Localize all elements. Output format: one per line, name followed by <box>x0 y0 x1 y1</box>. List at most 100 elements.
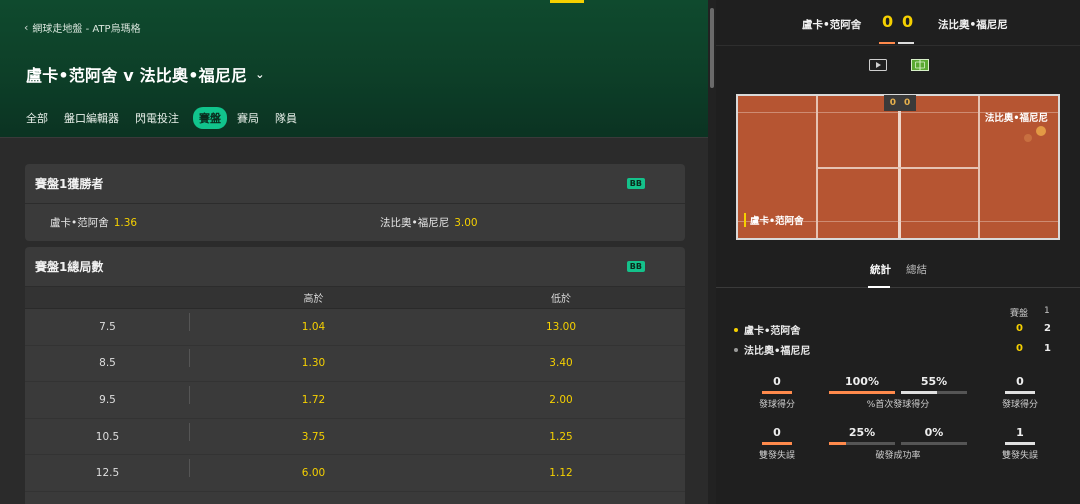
line-value: 8.5 <box>25 349 190 369</box>
line-value: 7.5 <box>25 312 190 333</box>
under-odds[interactable]: 1.25 <box>437 431 685 443</box>
scoreboard: 盧卡•范阿舍 0 0 法比奧•福尼尼 <box>716 0 1080 46</box>
player-name: 盧卡•范阿舍 <box>744 326 801 337</box>
stat-label: %首次發球得分 <box>866 400 930 410</box>
court-line <box>816 167 980 169</box>
ball-trail-icon <box>1024 134 1032 142</box>
stat-value-left: 100% <box>845 375 879 388</box>
markets-scrollbar[interactable] <box>708 0 716 504</box>
stat-double-faults-player2: 1 雙發失誤 <box>997 426 1043 461</box>
scoreboard-score2: 0 <box>902 12 914 31</box>
over-odds[interactable]: 1.04 <box>190 321 437 333</box>
selection-name: 法比奧•福尼尼 <box>380 216 450 229</box>
bet-builder-badge: BB <box>626 178 645 189</box>
under-odds[interactable]: 13.00 <box>437 321 685 333</box>
selection-player1[interactable]: 盧卡•范阿舍 1.36 <box>25 215 355 230</box>
stat-label: 發球得分 <box>1001 400 1038 410</box>
stat-label: 破發成功率 <box>875 451 921 461</box>
tab-flash-bet[interactable]: 閃電投注 <box>133 107 185 129</box>
tab-all[interactable]: 全部 <box>24 107 54 129</box>
chevron-down-icon: ⌄ <box>255 67 265 81</box>
market-header[interactable]: 賽盤1獲勝者 BB <box>25 164 685 204</box>
tab-statistics[interactable]: 統計 <box>870 262 891 277</box>
stat-value: 0 <box>773 375 781 388</box>
selection-odds: 3.00 <box>454 216 478 229</box>
stat-aces-player2: 0 發球得分 <box>997 375 1043 410</box>
stat-label: 發球得分 <box>758 400 795 410</box>
player2-sets: 0 <box>1016 343 1023 354</box>
stat-bar <box>829 391 895 394</box>
stat-bar-fill <box>1005 391 1035 394</box>
stat-bar-fill <box>1005 442 1035 445</box>
court-player1: 盧卡•范阿舍 <box>744 213 804 227</box>
stat-bar <box>1005 442 1035 445</box>
under-odds[interactable]: 3.40 <box>437 357 685 369</box>
market-header[interactable]: 賽盤1總局數 BB <box>25 247 685 287</box>
stat-bar <box>829 442 895 445</box>
scoreboard-player2: 法比奧•福尼尼 <box>938 19 1008 31</box>
line-value: 10.5 <box>25 422 190 443</box>
player-name: 法比奧•福尼尼 <box>744 346 811 357</box>
view-switcher <box>868 58 930 72</box>
stat-value-right: 0% <box>924 426 944 439</box>
court-score2: 0 <box>904 98 911 108</box>
stat-bar-fill <box>829 391 895 394</box>
selection-row: 盧卡•范阿舍 1.36 法比奧•福尼尼 3.00 <box>25 204 685 240</box>
court-score1: 0 <box>889 98 896 108</box>
play-video-icon[interactable] <box>868 58 888 72</box>
market-tabs: 全部 盤口編輯器 閃電投注 賽盤 賽局 隊員 <box>24 107 311 129</box>
stat-aces-player1: 0 發球得分 <box>754 375 800 410</box>
market-card-set-winner: 賽盤1獲勝者 BB 盧卡•范阿舍 1.36 法比奧•福尼尼 3.00 <box>25 164 685 241</box>
stat-value-right: 55% <box>920 375 948 388</box>
scrollbar-thumb[interactable] <box>710 8 714 88</box>
over-odds[interactable]: 1.30 <box>190 357 437 369</box>
table-row: 12.5 6.00 1.12 <box>25 455 685 492</box>
tab-players[interactable]: 隊員 <box>273 107 303 129</box>
player-dot-icon <box>734 347 738 352</box>
stat-bar <box>1005 391 1035 394</box>
selection-player2[interactable]: 法比奧•福尼尼 3.00 <box>355 215 685 230</box>
over-odds[interactable]: 6.00 <box>190 467 437 479</box>
market-title: 賽盤1總局數 <box>35 260 104 274</box>
stat-bar-fill <box>901 391 938 394</box>
stat-values: 25% 0% <box>829 426 967 439</box>
tab-sets[interactable]: 賽盤 <box>193 107 227 129</box>
stat-value: 0 <box>1016 375 1024 388</box>
stat-bar-fill <box>762 391 792 394</box>
tab-market-editor[interactable]: 盤口編輯器 <box>62 107 125 129</box>
stat-bar <box>762 442 792 445</box>
over-label: 高於 <box>303 294 324 305</box>
stat-bar-fill <box>829 442 846 445</box>
app-root: ‹ 網球走地盤 - ATP烏瑪格 盧卡•范阿舍 v 法比奧•福尼尼 ⌄ 全部 盤… <box>0 0 1080 504</box>
stat-double-faults-player1: 0 雙發失誤 <box>754 426 800 461</box>
player1-games: 2 <box>1044 323 1051 334</box>
player1-sets: 0 <box>1016 323 1023 334</box>
stat-value: 0 <box>773 426 781 439</box>
table-row: 10.5 3.75 1.25 <box>25 419 685 456</box>
over-odds[interactable]: 1.72 <box>190 394 437 406</box>
stat-break-points: 25% 0% 破發成功率 <box>829 426 967 461</box>
stat-bar <box>901 391 967 394</box>
stat-values: 100% 55% <box>829 375 967 388</box>
live-tracker-panel: 盧卡•范阿舍 0 0 法比奧•福尼尼 0 0 法比奧•福尼尼 盧卡•范阿舍 統計… <box>550 0 1080 504</box>
over-under-header: 高於 低於 <box>25 287 685 309</box>
table-row: 7.5 1.04 13.00 <box>25 309 685 346</box>
tab-summary[interactable]: 總結 <box>906 262 927 277</box>
under-odds[interactable]: 2.00 <box>437 394 685 406</box>
serving-indicator-icon <box>734 327 738 332</box>
selection-odds: 1.36 <box>113 216 138 229</box>
over-odds[interactable]: 3.75 <box>190 431 437 443</box>
tab-games[interactable]: 賽局 <box>235 107 265 129</box>
match-title[interactable]: 盧卡•范阿舍 v 法比奧•福尼尼 ⌄ <box>26 62 265 86</box>
breadcrumb-text[interactable]: 網球走地盤 - ATP烏瑪格 <box>32 20 140 35</box>
court-view-icon[interactable] <box>910 58 930 72</box>
stat-bars <box>829 442 967 445</box>
breadcrumb[interactable]: ‹ 網球走地盤 - ATP烏瑪格 <box>24 20 141 35</box>
top-accent-bar <box>550 0 584 3</box>
court-player2: 法比奧•福尼尼 <box>984 113 1048 124</box>
stat-bar-fill <box>762 442 792 445</box>
line-value: 12.5 <box>25 459 190 479</box>
under-odds[interactable]: 1.12 <box>437 467 685 479</box>
scoreboard-player1: 盧卡•范阿舍 <box>802 19 862 31</box>
stats-tabs: 統計 總結 <box>716 262 1080 288</box>
